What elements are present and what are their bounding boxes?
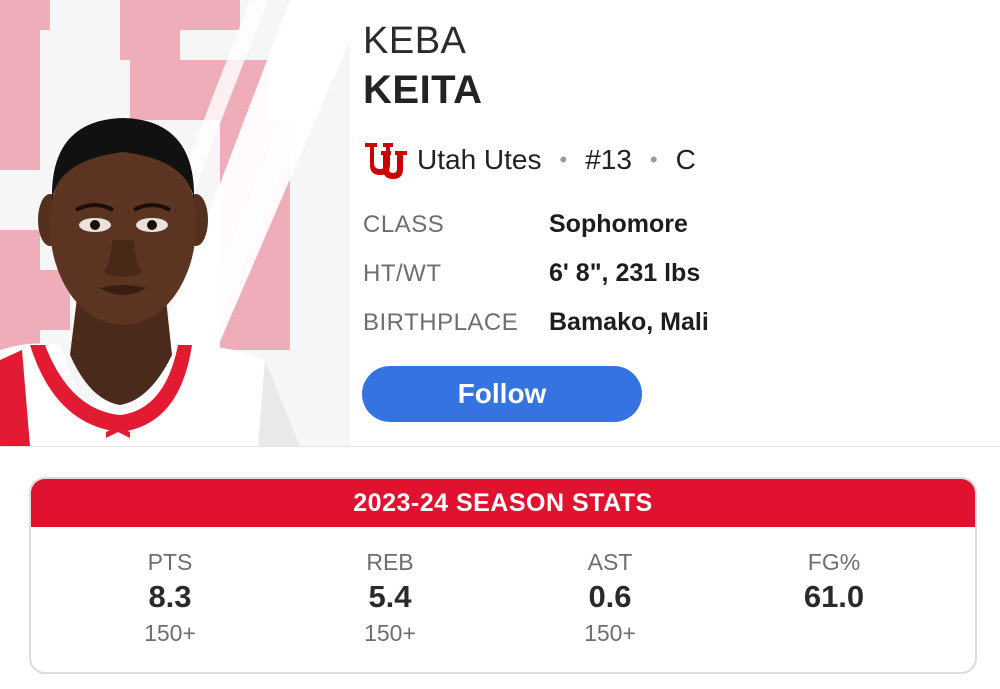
stat-points: PTS 8.3 150+ <box>80 547 260 649</box>
stat-assists: AST 0.6 150+ <box>520 547 700 649</box>
season-stats-card: 2023-24 SEASON STATS PTS 8.3 150+ REB 5.… <box>29 477 977 674</box>
height-weight-label: HT/WT <box>363 260 442 287</box>
team-name-link[interactable]: Utah Utes <box>417 144 542 176</box>
stat-label: PTS <box>147 549 193 575</box>
class-label: CLASS <box>363 211 445 238</box>
birthplace-label: BIRTHPLACE <box>363 309 519 336</box>
stat-value: 8.3 <box>148 579 192 614</box>
season-stats-title: 2023-24 SEASON STATS <box>31 479 975 527</box>
player-position: C <box>675 144 696 175</box>
separator-dot: • <box>559 147 568 172</box>
team-row: Utah Utes • #13 • C <box>363 138 696 182</box>
jersey-number: #13 <box>585 144 632 175</box>
stat-rebounds: REB 5.4 150+ <box>300 547 480 649</box>
class-value: Sophomore <box>549 210 688 238</box>
follow-button[interactable]: Follow <box>362 366 642 422</box>
stat-label: REB <box>366 549 414 575</box>
separator-dot: • <box>649 147 658 172</box>
section-divider <box>0 446 1000 447</box>
birthplace-value: Bamako, Mali <box>549 308 709 336</box>
stat-rank: 150+ <box>584 620 636 646</box>
stat-rank: 150+ <box>144 620 196 646</box>
player-last-name: KEITA <box>363 68 483 112</box>
stat-label: FG% <box>807 549 861 575</box>
stat-field-goal-pct: FG% 61.0 <box>744 547 924 649</box>
stat-rank <box>744 617 924 649</box>
player-header: KEBA KEITA Utah Utes • #13 • C CLASS Sop… <box>0 0 1000 446</box>
stat-value: 0.6 <box>588 579 632 614</box>
stat-value: 5.4 <box>368 579 412 614</box>
stat-value: 61.0 <box>803 579 865 614</box>
player-photo-area <box>0 0 350 446</box>
stat-rank: 150+ <box>364 620 416 646</box>
stat-label: AST <box>587 549 633 575</box>
height-weight-value: 6' 8", 231 lbs <box>549 259 701 287</box>
player-first-name: KEBA <box>363 20 467 62</box>
team-pattern-background <box>0 0 350 446</box>
utah-utes-logo-icon[interactable] <box>363 139 409 181</box>
